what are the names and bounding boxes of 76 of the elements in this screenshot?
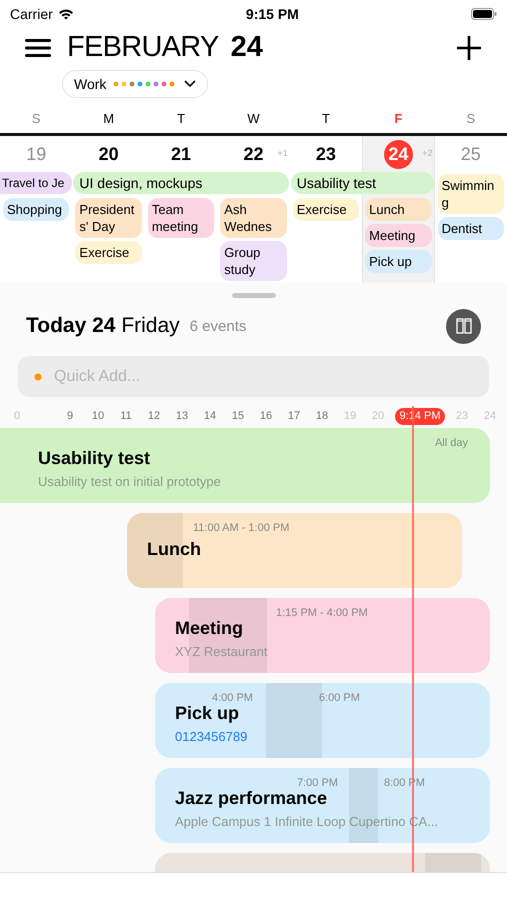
weekday-label: M: [103, 110, 114, 128]
event-time: 4:00 PM: [212, 691, 253, 704]
menu-button[interactable]: [25, 37, 51, 59]
day-number-button[interactable]: 23: [316, 140, 336, 168]
event-note: XYZ Restaurant: [174, 643, 268, 661]
chevron-down-icon: [184, 80, 196, 88]
day-number-button[interactable]: 20: [98, 140, 119, 168]
event-count: 6 events: [190, 316, 246, 337]
hour-label: 9: [66, 408, 74, 424]
multi-day-event[interactable]: Travel to Je: [0, 172, 72, 194]
weekday-label: T: [322, 110, 330, 128]
view-toggle-button[interactable]: [446, 308, 481, 344]
event-time: 7:00 PM: [297, 776, 338, 789]
day-event[interactable]: Swimming: [438, 174, 504, 214]
hour-label: 11: [120, 408, 132, 424]
timeline-event-card[interactable]: 11:00 AM - 1:00 PM Lunch: [127, 513, 462, 588]
event-note: Usability test on initial prototype: [37, 473, 222, 491]
hour-label: 12: [148, 408, 160, 424]
multi-day-event[interactable]: UI design, mockups: [73, 172, 289, 194]
day-event[interactable]: Exercise: [75, 241, 142, 264]
event-title: Pick up: [174, 702, 240, 724]
more-events-count: +1: [277, 147, 288, 160]
wifi-icon: [58, 8, 74, 20]
event-title: Lunch: [146, 538, 202, 560]
dot-icon: [34, 372, 42, 380]
day-event[interactable]: Group study: [220, 241, 287, 281]
menu-icon: [25, 38, 51, 58]
event-time: 6:00 PM: [318, 691, 360, 704]
day-number-button[interactable]: 22: [243, 140, 264, 168]
event-title: Jazz performance: [174, 787, 328, 809]
day-event[interactable]: Pick up: [365, 250, 432, 273]
columns-icon: [456, 317, 472, 335]
calendar-dots-icon: [113, 81, 178, 87]
more-events-count: +2: [422, 147, 433, 160]
hour-label: 18: [316, 408, 328, 424]
event-time: All day: [434, 436, 468, 449]
current-time-badge: 9:14 PM: [394, 408, 446, 424]
drag-handle[interactable]: [232, 293, 276, 298]
day-event[interactable]: Team meeting: [148, 198, 214, 238]
hour-label: 17: [288, 408, 300, 424]
battery-icon: [471, 8, 497, 20]
multi-day-event[interactable]: Usability test: [290, 172, 434, 194]
event-time: 1:15 PM - 4:00 PM: [276, 606, 368, 619]
day-event[interactable]: Exercise: [292, 198, 360, 221]
day-title: Today 24 Friday: [26, 313, 180, 340]
weekday-label: S: [32, 110, 41, 128]
day-event[interactable]: Meeting: [365, 224, 432, 247]
day-number-button[interactable]: 21: [171, 140, 192, 168]
day-event[interactable]: Dentist: [438, 217, 504, 240]
hour-label: 10: [92, 408, 104, 424]
hour-label: 16: [260, 408, 272, 424]
day-event[interactable]: Lunch: [365, 198, 432, 221]
day-event[interactable]: Ash Wednes: [220, 198, 287, 238]
clock-time: 9:15 PM: [244, 4, 300, 24]
event-title: Meeting: [174, 617, 244, 639]
weekday-label: T: [177, 110, 186, 128]
day-event[interactable]: Shopping: [3, 198, 70, 221]
day-event[interactable]: Presidents' Day: [75, 198, 142, 238]
hour-label: 14: [204, 408, 216, 424]
hour-label: 13: [176, 408, 188, 424]
calendar-filter[interactable]: Work: [62, 70, 208, 98]
month-title: FEBRUARY: [67, 30, 219, 66]
weekday-label: F: [394, 110, 402, 128]
timeline-event-card[interactable]: 4:00 PM 6:00 PM Pick up 0123456789: [155, 683, 490, 758]
timeline-event-card[interactable]: All day Usability test Usability test on initial prototype: [0, 428, 490, 503]
weekday-label: W: [247, 110, 260, 128]
event-title: Usability test: [37, 447, 152, 469]
add-icon: [456, 35, 482, 61]
busy-block: [425, 853, 481, 873]
weekday-label: S: [466, 110, 476, 128]
carrier-name: Carrier: [10, 4, 53, 24]
add-button[interactable]: [456, 35, 482, 61]
hour-label: 15: [232, 408, 244, 424]
event-time: 11:00 AM - 1:00 PM: [193, 521, 290, 534]
day-number: 24: [230, 30, 263, 66]
timeline-event-card[interactable]: 1:15 PM - 4:00 PM Meeting XYZ Restaurant: [155, 598, 490, 673]
